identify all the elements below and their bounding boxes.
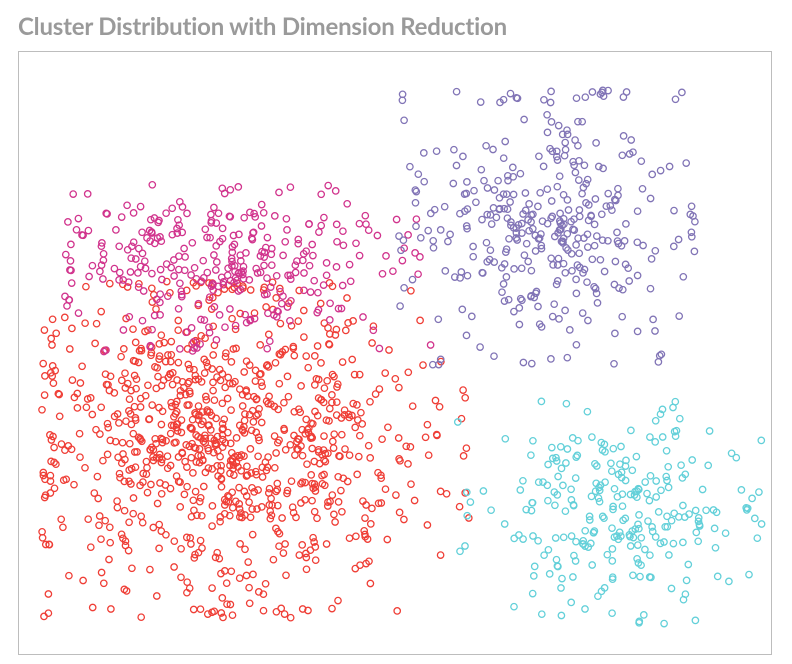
- scatter-svg: [19, 52, 771, 654]
- series-cluster-b-magenta-: [62, 182, 434, 355]
- series-cluster-a-red-: [39, 278, 472, 621]
- chart-title: Cluster Distribution with Dimension Redu…: [18, 12, 774, 41]
- series-cluster-c-purple-: [396, 87, 698, 368]
- scatter-plot: [18, 51, 772, 655]
- series-cluster-d-cyan-: [455, 398, 765, 627]
